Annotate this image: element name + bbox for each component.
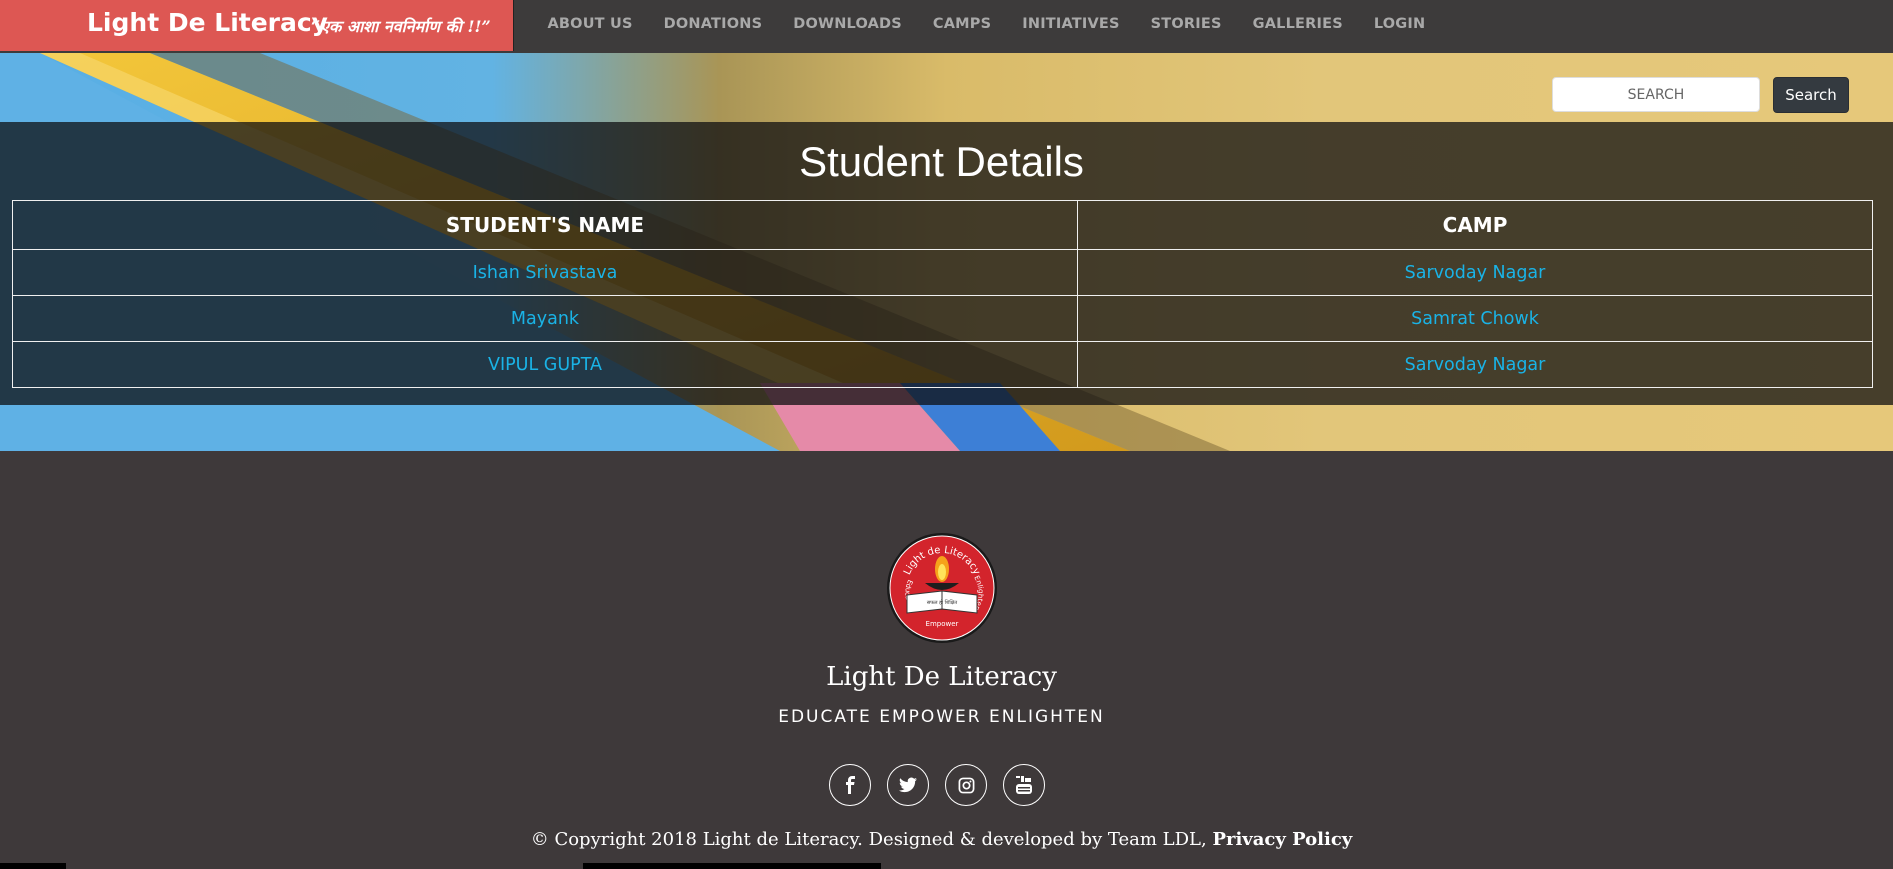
camp-cell: Sarvoday Nagar	[1077, 341, 1873, 388]
logo-book-text: सफल हो शिक्षित	[927, 599, 957, 606]
twitter-link[interactable]	[887, 764, 929, 806]
nav-item-downloads[interactable]: DOWNLOADS	[778, 16, 918, 32]
logo-bottom-text: Empower	[926, 620, 959, 628]
nav-item-about-us[interactable]: ABOUT US	[532, 16, 648, 32]
hero-section: Search Student Details STUDENT'S NAME CA…	[0, 53, 1893, 451]
nav-item-stories[interactable]: STORIES	[1135, 16, 1237, 32]
privacy-policy-link[interactable]: Privacy Policy	[1212, 829, 1352, 850]
footer: Light de Literacy Educate Enlighten सफल …	[0, 451, 1893, 869]
brand-name[interactable]: Light De Literacy	[87, 8, 328, 37]
navbar: Light De Literacy “एक आशा नवनिर्माण की !…	[0, 0, 1893, 54]
table-row: VIPUL GUPTA Sarvoday Nagar	[12, 341, 1873, 388]
nav-item-login[interactable]: LOGIN	[1358, 16, 1440, 32]
table-row: Ishan Srivastava Sarvoday Nagar	[12, 249, 1873, 296]
brand[interactable]: Light De Literacy “एक आशा नवनिर्माण की !…	[0, 0, 514, 51]
student-name-link[interactable]: Ishan Srivastava	[473, 263, 618, 283]
facebook-link[interactable]	[829, 764, 871, 806]
footer-motto: EDUCATE EMPOWER ENLIGHTEN	[778, 707, 1105, 727]
brand-tagline: “एक आशा नवनिर्माण की !!”	[311, 17, 491, 36]
instagram-link[interactable]	[945, 764, 987, 806]
student-name-cell: VIPUL GUPTA	[12, 341, 1078, 388]
nav-item-galleries[interactable]: GALLERIES	[1237, 16, 1358, 32]
youtube-link[interactable]	[1003, 764, 1045, 806]
search-input[interactable]	[1552, 77, 1760, 112]
camp-cell: Samrat Chowk	[1077, 295, 1873, 342]
nav-item-camps[interactable]: CAMPS	[917, 16, 1006, 32]
student-table: STUDENT'S NAME CAMP Ishan Srivastava Sar…	[12, 200, 1873, 388]
copyright-text: © Copyright 2018 Light de Literacy. Desi…	[530, 829, 1213, 850]
facebook-icon	[846, 776, 855, 794]
camp-link[interactable]: Samrat Chowk	[1411, 309, 1539, 329]
nav-item-donations[interactable]: DONATIONS	[648, 16, 778, 32]
student-name-link[interactable]: Mayank	[511, 309, 579, 329]
copyright: © Copyright 2018 Light de Literacy. Desi…	[0, 829, 1883, 850]
light-de-literacy-logo: Light de Literacy Educate Enlighten सफल …	[887, 533, 997, 643]
nav-item-initiatives[interactable]: INITIATIVES	[1007, 16, 1135, 32]
footer-title: Light De Literacy	[826, 662, 1057, 692]
search-button[interactable]: Search	[1773, 77, 1849, 113]
social-links	[829, 764, 1045, 806]
column-header-camp: CAMP	[1077, 200, 1873, 250]
student-name-cell: Ishan Srivastava	[12, 249, 1078, 296]
table-row: Mayank Samrat Chowk	[12, 295, 1873, 342]
youtube-icon	[1016, 776, 1032, 794]
camp-link[interactable]: Sarvoday Nagar	[1405, 263, 1546, 283]
bottom-strip-center	[583, 863, 881, 869]
nav-menu: ABOUT US DONATIONS DOWNLOADS CAMPS INITI…	[532, 0, 1441, 48]
column-header-name: STUDENT'S NAME	[12, 200, 1078, 250]
page-title: Student Details	[799, 138, 1084, 185]
twitter-icon	[899, 777, 917, 793]
student-name-link[interactable]: VIPUL GUPTA	[488, 355, 602, 375]
camp-cell: Sarvoday Nagar	[1077, 249, 1873, 296]
camp-link[interactable]: Sarvoday Nagar	[1405, 355, 1546, 375]
bottom-strip-left	[0, 863, 66, 869]
instagram-icon	[958, 777, 974, 793]
table-header-row: STUDENT'S NAME CAMP	[12, 200, 1873, 250]
student-name-cell: Mayank	[12, 295, 1078, 342]
